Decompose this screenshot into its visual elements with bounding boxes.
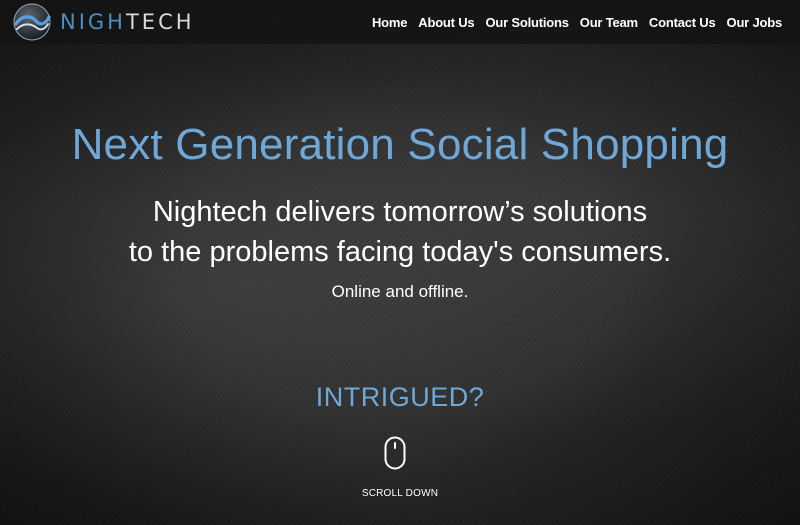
nav-item-our-solutions[interactable]: Our Solutions bbox=[485, 15, 569, 30]
hero-subtitle-line-2: to the problems facing today's consumers… bbox=[128, 236, 672, 268]
hero-subtitle-line-1: Nightech delivers tomorrow’s solutions bbox=[152, 196, 648, 228]
hero-headline: Next Generation Social Shopping bbox=[71, 120, 729, 169]
hero-tagline: Online and offline. bbox=[331, 282, 469, 301]
intrigued-label: INTRIGUED? bbox=[315, 382, 485, 412]
nav-item-our-jobs[interactable]: Our Jobs bbox=[727, 15, 783, 30]
main-menu: Home About Us Our Solutions Our Team Con… bbox=[372, 15, 782, 30]
hero-section: Next Generation Social Shopping Nightech… bbox=[0, 120, 800, 302]
logo-swirl-icon bbox=[13, 3, 51, 41]
nav-item-about-us[interactable]: About Us bbox=[418, 15, 474, 30]
logo-text-part-b: TECH bbox=[125, 10, 195, 34]
nav-item-our-team[interactable]: Our Team bbox=[580, 15, 638, 30]
page: NIGH TECH Home About Us Our Solutions Ou… bbox=[0, 0, 800, 525]
logo-wordmark: NIGH TECH bbox=[60, 10, 195, 34]
scroll-down-label[interactable]: SCROLL DOWN bbox=[0, 488, 800, 499]
nav-item-home[interactable]: Home bbox=[372, 15, 408, 30]
top-nav: NIGH TECH Home About Us Our Solutions Ou… bbox=[0, 0, 800, 44]
logo-text-part-a: NIGH bbox=[60, 10, 126, 34]
nav-item-contact-us[interactable]: Contact Us bbox=[649, 15, 716, 30]
mouse-icon[interactable] bbox=[384, 436, 406, 470]
logo[interactable]: NIGH TECH bbox=[10, 2, 195, 42]
hero-subtitle: Nightech delivers tomorrow’s solutions t… bbox=[0, 192, 800, 272]
